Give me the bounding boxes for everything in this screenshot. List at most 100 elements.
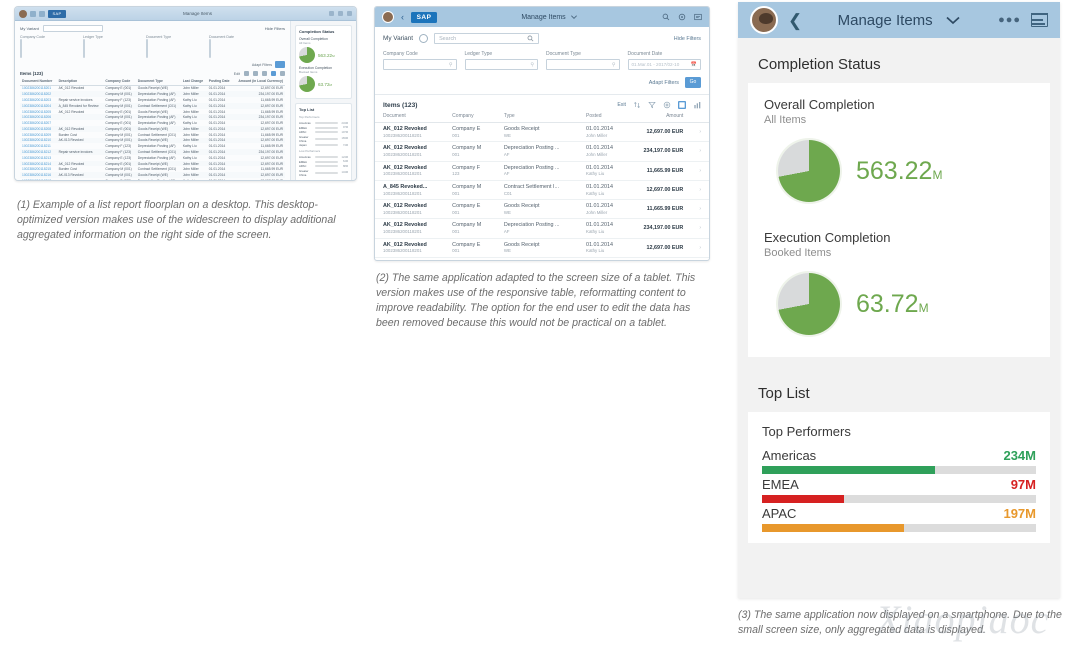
filter-ledger-type[interactable]: Ledger Type ⚲ bbox=[464, 51, 538, 70]
filter-icon[interactable] bbox=[648, 101, 656, 109]
go-button[interactable]: Go bbox=[685, 77, 701, 88]
sort-icon[interactable] bbox=[244, 71, 249, 76]
filter-field[interactable]: Ledger Type bbox=[83, 35, 141, 58]
settings-icon[interactable] bbox=[663, 101, 671, 109]
column-header[interactable]: Last Change bbox=[180, 78, 207, 86]
filter-field[interactable]: Company Code bbox=[20, 35, 78, 58]
search-input[interactable]: Search bbox=[434, 33, 540, 44]
row-navigation-chevron-icon[interactable]: › bbox=[691, 141, 709, 162]
sap-logo[interactable]: SAP bbox=[411, 11, 437, 23]
column-header[interactable]: Posted bbox=[578, 113, 628, 123]
variant-label[interactable]: My Variant bbox=[383, 35, 413, 42]
bar-row[interactable]: APAC 197M bbox=[762, 506, 1036, 532]
value-help-icon[interactable]: ⚲ bbox=[612, 62, 616, 68]
maximize-icon[interactable] bbox=[338, 11, 343, 16]
chart-view-icon[interactable] bbox=[280, 71, 285, 76]
row-navigation-chevron-icon[interactable]: › bbox=[691, 238, 709, 258]
filter-input[interactable]: ⚲ bbox=[546, 59, 620, 70]
adapt-filters-link[interactable]: Adapt Filters bbox=[649, 80, 679, 86]
filter-input[interactable]: ⚲ bbox=[383, 59, 457, 70]
bar-row[interactable]: EMEA 97M bbox=[762, 477, 1036, 503]
row-navigation-chevron-icon[interactable]: › bbox=[691, 161, 709, 181]
column-header[interactable]: Type bbox=[495, 113, 579, 123]
column-header[interactable]: Posting Date bbox=[206, 78, 234, 86]
column-header[interactable]: Document Number bbox=[20, 78, 57, 86]
row-navigation-chevron-icon[interactable]: › bbox=[691, 122, 709, 143]
table-row[interactable]: AK_012 Revoked 1002386200118201 Company F1… bbox=[375, 161, 709, 181]
phone-title[interactable]: Manage Items bbox=[812, 12, 988, 29]
filter-input[interactable]: ⚲ bbox=[464, 59, 538, 70]
column-header[interactable]: Company Code bbox=[103, 78, 136, 86]
filter-input[interactable]: 01.Mar.01 - 2017/02-10 📅 bbox=[627, 59, 701, 70]
settings-icon[interactable] bbox=[262, 71, 267, 76]
filter-field[interactable]: Document Type bbox=[146, 35, 204, 58]
back-chevron-icon[interactable]: ‹ bbox=[401, 12, 404, 22]
column-header[interactable]: Amount (in Local Currency) bbox=[233, 78, 285, 86]
filter-input[interactable] bbox=[146, 39, 148, 58]
user-settings-icon[interactable] bbox=[678, 13, 686, 21]
table-row[interactable]: AK_012 Revoked1002386200118201Company E0… bbox=[375, 122, 709, 143]
filter-company-code[interactable]: Company Code ⚲ bbox=[383, 51, 457, 70]
column-header[interactable]: Company bbox=[444, 113, 496, 123]
close-icon[interactable] bbox=[347, 11, 352, 16]
kpi-execution-completion[interactable]: Execution Completion Booked Items 63.72M bbox=[764, 230, 1034, 345]
chart-view-icon[interactable] bbox=[693, 101, 701, 109]
table-view-icon[interactable] bbox=[271, 71, 276, 76]
table-row[interactable]: AK_012 Revoked1002386200118201Company E0… bbox=[375, 199, 709, 220]
value-help-icon[interactable]: ⚲ bbox=[449, 62, 453, 68]
variant-label[interactable]: My Variant bbox=[20, 26, 39, 31]
dropdown-chevron-icon[interactable] bbox=[943, 14, 963, 26]
overflow-dots-icon[interactable]: ●●● bbox=[998, 14, 1021, 26]
tablet-title[interactable]: Manage Items bbox=[444, 13, 655, 21]
window-controls[interactable] bbox=[329, 11, 352, 16]
filter-field[interactable]: Document Date bbox=[209, 35, 267, 58]
search-input[interactable] bbox=[42, 25, 103, 32]
table-row[interactable]: AK_012 Revoked1002386200118201Company E0… bbox=[375, 238, 709, 258]
value-help-icon[interactable]: ⚲ bbox=[530, 62, 534, 68]
variant-options-icon[interactable] bbox=[419, 34, 429, 43]
column-header[interactable]: Description bbox=[56, 78, 104, 86]
sort-icon[interactable] bbox=[633, 101, 641, 109]
row-navigation-chevron-icon[interactable]: › bbox=[691, 218, 709, 239]
avatar[interactable] bbox=[750, 6, 778, 34]
search-icon[interactable] bbox=[662, 13, 670, 21]
filter-input[interactable] bbox=[20, 39, 22, 58]
avatar[interactable] bbox=[19, 9, 27, 18]
row-navigation-chevron-icon[interactable]: › bbox=[691, 257, 709, 260]
edit-button[interactable]: Edit bbox=[234, 72, 240, 76]
table-row[interactable]: 1002386200118217 Company F (123) Depreciat… bbox=[20, 178, 285, 180]
table-row[interactable]: AK_012 Revoked1002386200118201Company E0… bbox=[375, 257, 709, 260]
row-navigation-chevron-icon[interactable]: › bbox=[691, 199, 709, 220]
exit-button[interactable]: Exit bbox=[617, 102, 626, 108]
table-row[interactable]: AK_012 Revoked 1002386200118201 Company M0… bbox=[375, 218, 709, 239]
column-header[interactable]: Amount bbox=[627, 113, 692, 123]
bar-row[interactable]: Americas 234M bbox=[762, 448, 1036, 474]
table-row[interactable]: A_845 Revoked... 1002386200118201 Company … bbox=[375, 180, 709, 201]
filter-icon[interactable] bbox=[253, 71, 258, 76]
table-row[interactable]: AK_012 Revoked 1002386200118201 Company M0… bbox=[375, 141, 709, 162]
row-navigation-chevron-icon[interactable]: › bbox=[691, 180, 709, 201]
sap-logo[interactable]: SAP bbox=[48, 9, 66, 18]
overflow-menu-icon[interactable] bbox=[694, 13, 702, 21]
chevron-down-icon[interactable] bbox=[570, 13, 578, 21]
minimize-icon[interactable] bbox=[329, 11, 334, 16]
kpi-subtitle: Booked Items bbox=[764, 247, 832, 259]
column-header[interactable]: Document Type bbox=[135, 78, 181, 86]
home-icon[interactable] bbox=[39, 10, 45, 17]
back-chevron-icon[interactable]: ❮ bbox=[788, 12, 802, 29]
column-header[interactable]: Document bbox=[375, 113, 445, 123]
adapt-filters-link[interactable]: Adapt Filters bbox=[252, 63, 272, 67]
avatar[interactable] bbox=[382, 11, 394, 23]
calendar-icon[interactable]: 📅 bbox=[691, 62, 697, 68]
go-button[interactable] bbox=[275, 61, 285, 68]
back-chevron-icon[interactable] bbox=[30, 10, 36, 17]
kpi-overall-completion[interactable]: Overall Completion All Items 563.22M bbox=[764, 97, 1034, 212]
hide-filters-link[interactable]: Hide Filters bbox=[265, 26, 285, 31]
filter-document-type[interactable]: Document Type ⚲ bbox=[546, 51, 620, 70]
filter-input[interactable] bbox=[83, 39, 85, 58]
table-view-icon[interactable] bbox=[678, 101, 686, 109]
hide-filters-link[interactable]: Hide Filters bbox=[674, 36, 701, 42]
list-menu-icon[interactable] bbox=[1031, 13, 1048, 27]
filter-document-date[interactable]: Document Date 01.Mar.01 - 2017/02-10 📅 bbox=[627, 51, 701, 70]
filter-input[interactable] bbox=[209, 39, 211, 58]
